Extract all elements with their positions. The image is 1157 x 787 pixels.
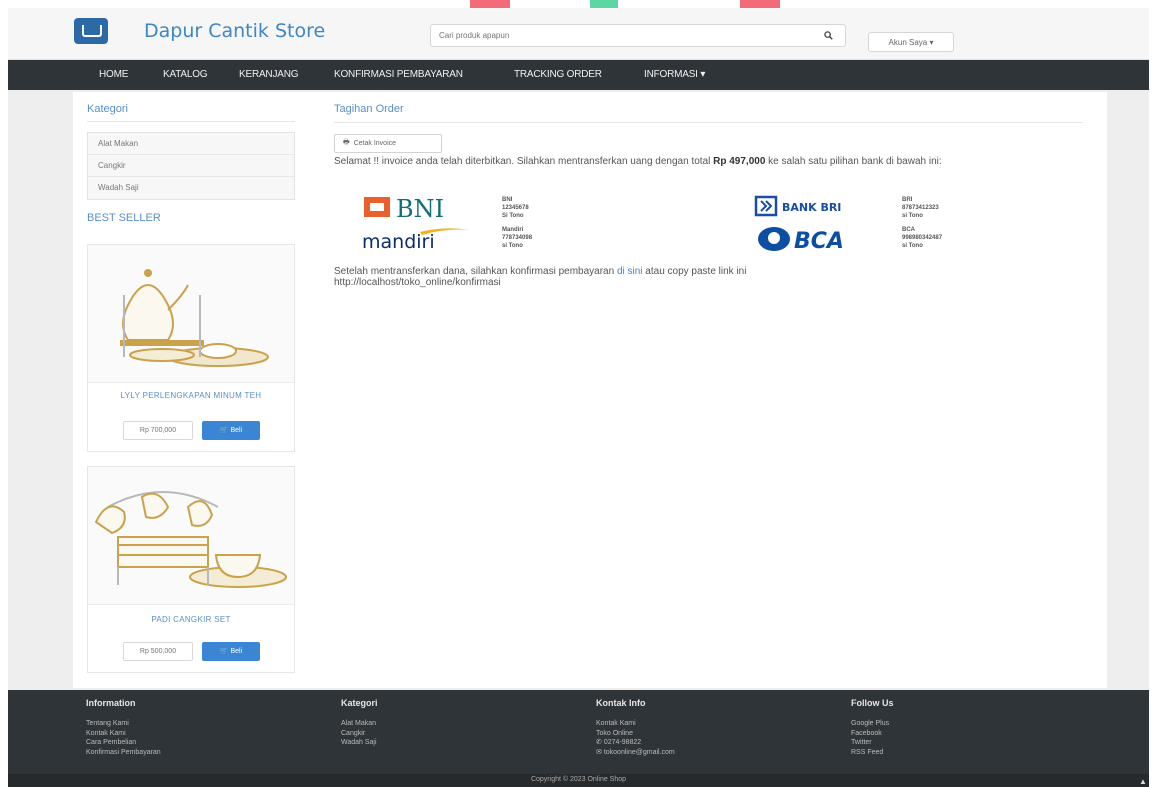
nav-home[interactable]: HOME <box>99 60 128 90</box>
copyright-text: Copyright © 2023 Online Shop <box>530 776 627 783</box>
search-icon <box>823 31 833 40</box>
confirm-url: http://localhost/toko_online/konfirmasi <box>334 277 501 288</box>
product-price: Rp 500,000 <box>123 642 193 661</box>
category-item-cangkir[interactable]: Cangkir <box>88 155 294 177</box>
category-item-wadah-saji[interactable]: Wadah Saji <box>88 177 294 199</box>
footer-link[interactable]: Google Plus <box>851 719 894 729</box>
product-card: LYLY PERLENGKAPAN MINUM TEH Rp 700,000 🛒… <box>87 244 295 452</box>
product-name[interactable]: PADI CANGKIR SET <box>96 615 286 624</box>
buy-button-label: Beli <box>230 648 243 655</box>
footer-link[interactable]: Cara Pembelian <box>86 738 161 748</box>
account-dropdown-button[interactable]: Akun Saya ▾ <box>868 32 954 52</box>
bca-logo: BCA <box>756 224 874 254</box>
bni-logo-text: BNI <box>396 195 444 223</box>
search-bar <box>430 24 846 47</box>
nav-keranjang[interactable]: KERANJANG <box>239 60 299 90</box>
footer-link[interactable]: RSS Feed <box>851 748 894 758</box>
footer-link[interactable]: Konfirmasi Pembayaran <box>86 748 161 758</box>
bni-logo: BNI <box>362 193 474 225</box>
footer-column-kategori: Kategori Alat Makan Cangkir Wadah Saji <box>341 698 378 748</box>
invoice-message: Selamat !! invoice anda telah diterbitka… <box>334 156 942 167</box>
footer-heading: Follow Us <box>851 698 894 708</box>
footer-link[interactable]: Wadah Saji <box>341 738 378 748</box>
print-invoice-button[interactable]: 🖶 Cetak Invoice <box>334 134 442 153</box>
bank-info-bca: BCA 998980342487 si Tono <box>902 227 943 249</box>
buy-button[interactable]: 🛒 Beli <box>202 642 260 661</box>
bank-info-bni: BNI 12345678 Si Tono <box>502 197 529 219</box>
product-card: PADI CANGKIR SET Rp 500,000 🛒 Beli <box>87 466 295 673</box>
nav-tracking-order[interactable]: TRACKING ORDER <box>514 60 602 90</box>
nav-informasi-dropdown[interactable]: INFORMASI ▾ <box>644 60 705 90</box>
buy-button-label: Beli <box>230 427 243 434</box>
footer-email[interactable]: ✉ tokoonline@gmail.com <box>596 748 675 758</box>
confirm-link[interactable]: di sini <box>617 266 643 277</box>
main-navbar: HOME KATALOG KERANJANG KONFIRMASI PEMBAY… <box>8 60 1149 90</box>
nav-konfirmasi-pembayaran[interactable]: KONFIRMASI PEMBAYARAN <box>334 60 463 90</box>
footer-link[interactable]: Kontak Kami <box>596 719 675 729</box>
product-name[interactable]: LYLY PERLENGKAPAN MINUM TEH <box>96 391 286 400</box>
footer-link[interactable]: Facebook <box>851 729 894 739</box>
mandiri-logo: mandiri <box>360 226 474 253</box>
page-title: Tagihan Order <box>334 103 404 115</box>
confirmation-message: Setelah mentransferkan dana, silahkan ko… <box>334 266 747 288</box>
category-heading: Kategori <box>87 103 128 115</box>
bank-info-mandiri: Mandiri 778734098 si Tono <box>502 227 533 249</box>
footer-link[interactable]: Tentang Kami <box>86 719 161 729</box>
footer-phone: ✆ 0274-98822 <box>596 739 642 746</box>
scroll-to-top-icon[interactable]: ▲ <box>1139 777 1149 786</box>
category-item-alat-makan[interactable]: Alat Makan <box>88 133 294 155</box>
site-footer <box>8 690 1149 774</box>
store-name[interactable]: Dapur Cantik Store <box>144 20 325 42</box>
footer-link[interactable]: Twitter <box>851 738 894 748</box>
footer-link[interactable]: Alat Makan <box>341 719 378 729</box>
site-header: Dapur Cantik Store Akun Saya ▾ <box>8 8 1149 60</box>
product-price: Rp 700,000 <box>123 421 193 440</box>
nav-katalog[interactable]: KATALOG <box>163 60 208 90</box>
print-icon: 🖶 <box>343 139 350 146</box>
footer-column-follow-us: Follow Us Google Plus Facebook Twitter R… <box>851 698 894 757</box>
envelope-icon: ✉ <box>596 748 602 756</box>
footer-text: Toko Online <box>596 729 633 737</box>
top-color-strip <box>0 0 1157 8</box>
cart-icon: 🛒 <box>219 427 229 434</box>
store-logo[interactable] <box>72 16 132 56</box>
category-list: Alat Makan Cangkir Wadah Saji <box>87 132 295 200</box>
footer-heading: Kontak Info <box>596 698 646 708</box>
product-image-tea-set[interactable] <box>88 245 294 383</box>
footer-column-kontak-info: Kontak Info Kontak Kami Toko Online ✆ 02… <box>596 698 675 757</box>
divider <box>334 122 1083 123</box>
buy-button[interactable]: 🛒 Beli <box>202 421 260 440</box>
bri-logo: BANK BRI <box>754 194 874 218</box>
bank-info-bri: BRI 87873412323 si Tono <box>902 197 939 219</box>
footer-heading: Information <box>86 698 136 708</box>
product-image-cup-set[interactable] <box>88 467 294 605</box>
footer-link[interactable]: Kontak Kami <box>86 729 161 739</box>
footer-column-information: Information Tentang Kami Kontak Kami Car… <box>86 698 161 757</box>
best-seller-heading: BEST SELLER <box>87 212 161 224</box>
search-button[interactable] <box>811 25 845 46</box>
bca-logo-text: BCA <box>794 229 844 254</box>
cart-icon: 🛒 <box>219 648 229 655</box>
mandiri-logo-text: mandiri <box>362 231 435 252</box>
print-invoice-label: Cetak Invoice <box>353 140 397 147</box>
order-total: Rp 497,000 <box>713 156 766 167</box>
footer-link[interactable]: Cangkir <box>341 729 378 739</box>
divider <box>87 121 295 122</box>
cart-logo-icon <box>74 18 108 44</box>
phone-icon: ✆ <box>596 739 602 746</box>
footer-heading: Kategori <box>341 698 378 708</box>
bri-logo-text: BANK BRI <box>782 201 841 214</box>
search-input[interactable] <box>431 25 811 46</box>
